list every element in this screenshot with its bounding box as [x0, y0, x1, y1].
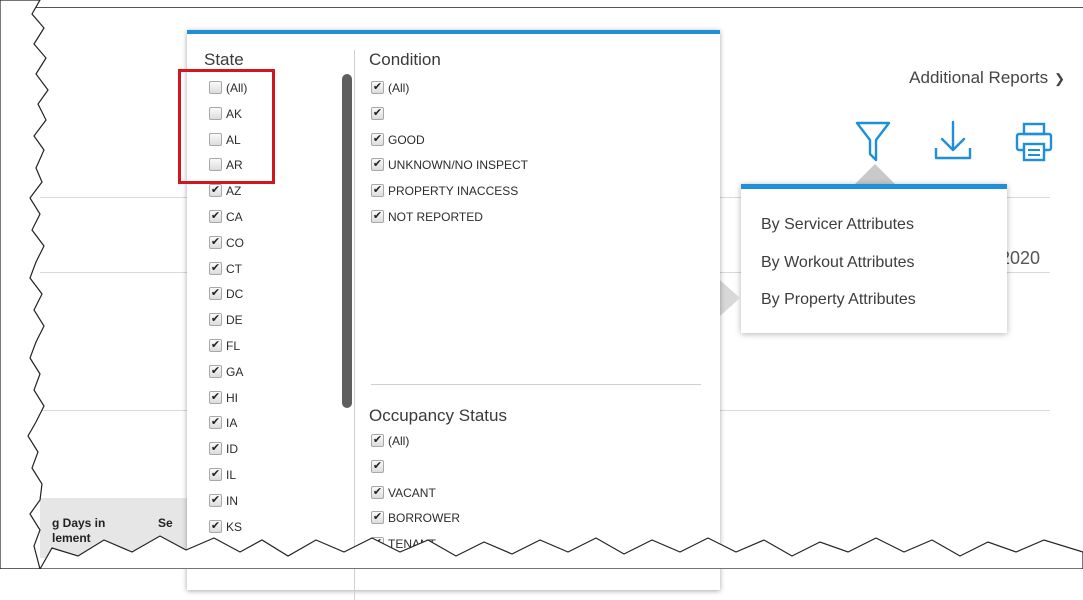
- torn-edge-decoration: [0, 0, 1083, 569]
